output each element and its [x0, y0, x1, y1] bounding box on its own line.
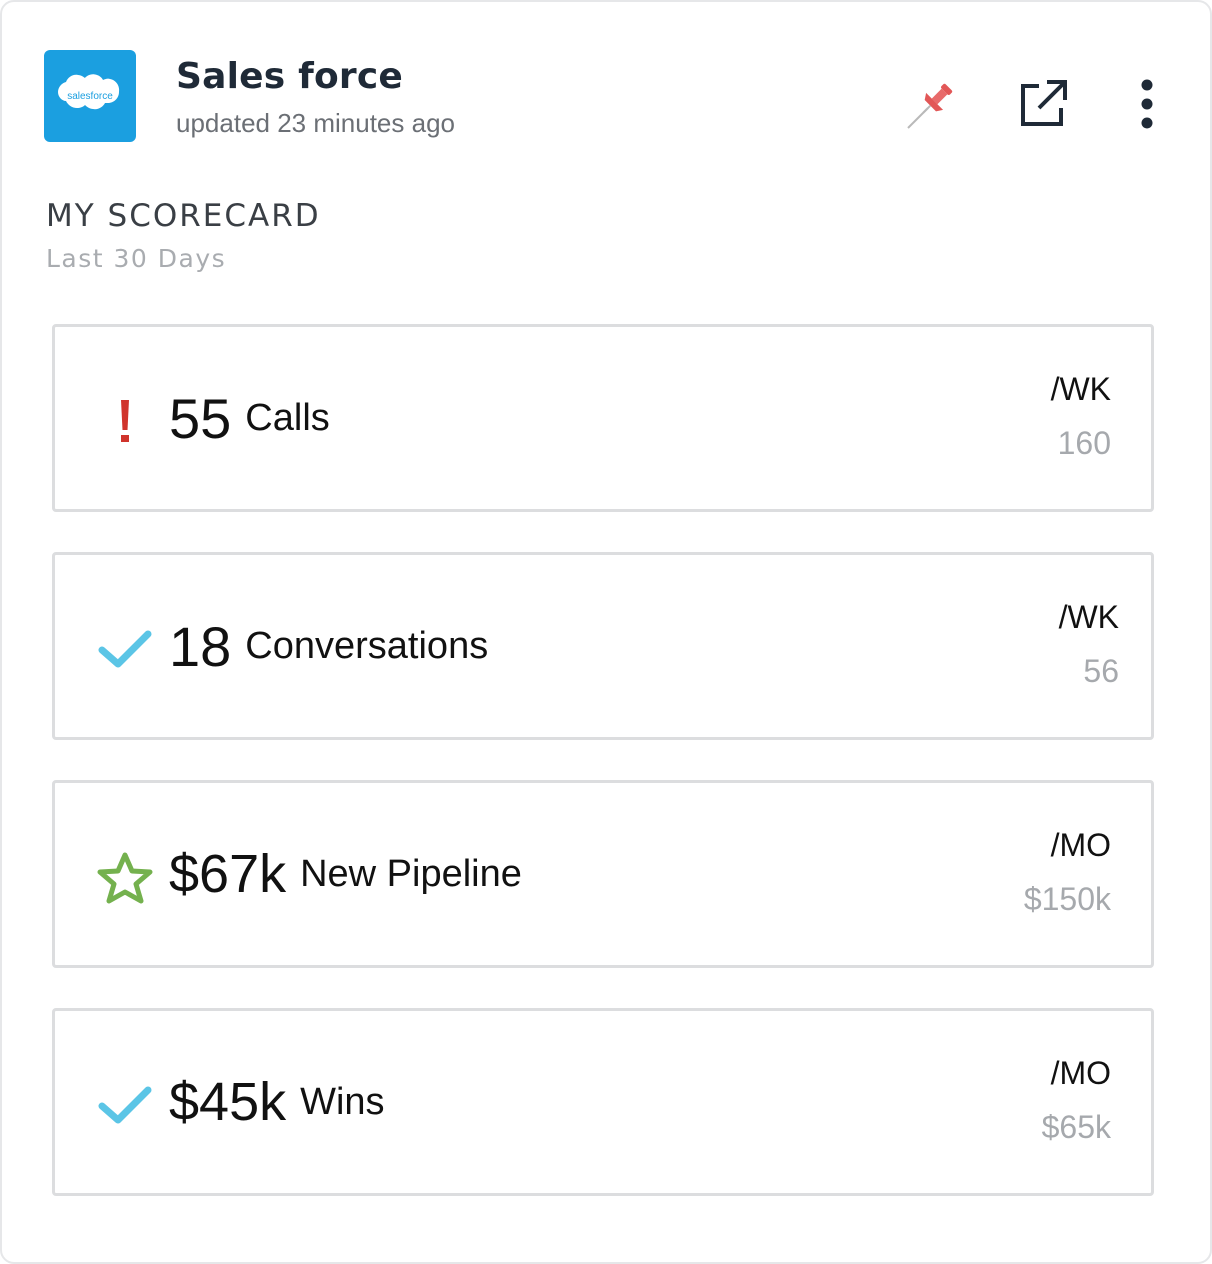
metric-card-wins[interactable]: $45k Wins /MO $65k	[52, 1008, 1154, 1196]
logo-text: salesforce	[67, 91, 113, 102]
more-vertical-icon[interactable]	[1126, 74, 1168, 134]
metric-main: 18 Conversations	[169, 555, 488, 737]
metric-card-calls[interactable]: 55 Calls /WK 160	[52, 324, 1154, 512]
metric-period: /MO	[1050, 827, 1111, 863]
app-title: Sales force	[176, 56, 404, 97]
scorecard-title: MY SCORECARD	[46, 198, 321, 234]
exclamation-icon	[95, 397, 155, 447]
metric-value: $67k	[169, 844, 287, 904]
metric-target: $65k	[1041, 1109, 1111, 1145]
scorecard-period: Last 30 Days	[46, 244, 227, 273]
metric-main: 55 Calls	[169, 327, 330, 509]
metric-period: /WK	[1050, 371, 1111, 407]
metric-label: Wins	[300, 1080, 385, 1123]
pin-icon[interactable]	[900, 74, 964, 134]
salesforce-logo: salesforce	[44, 50, 136, 142]
metric-card-conversations[interactable]: 18 Conversations /WK 56	[52, 552, 1154, 740]
metric-period: /MO	[1050, 1055, 1111, 1091]
check-icon	[95, 1081, 155, 1131]
metric-main: $67k New Pipeline	[169, 783, 522, 965]
metric-target: 160	[1057, 425, 1111, 461]
metric-value: $45k	[169, 1072, 287, 1132]
metric-label: Conversations	[245, 624, 489, 667]
check-icon	[95, 625, 155, 675]
metric-value: 18	[169, 614, 232, 678]
external-link-icon[interactable]	[1012, 74, 1074, 134]
star-icon	[95, 852, 155, 904]
metric-label: Calls	[245, 396, 330, 439]
last-updated-text: updated 23 minutes ago	[176, 108, 455, 138]
metric-card-new-pipeline[interactable]: $67k New Pipeline /MO $150k	[52, 780, 1154, 968]
metric-main: $45k Wins	[169, 1011, 385, 1193]
metric-target: 56	[1083, 653, 1119, 689]
metric-period: /WK	[1058, 599, 1119, 635]
metric-value: 55	[169, 386, 232, 450]
metric-target: $150k	[1023, 881, 1111, 917]
metric-label: New Pipeline	[300, 852, 522, 895]
